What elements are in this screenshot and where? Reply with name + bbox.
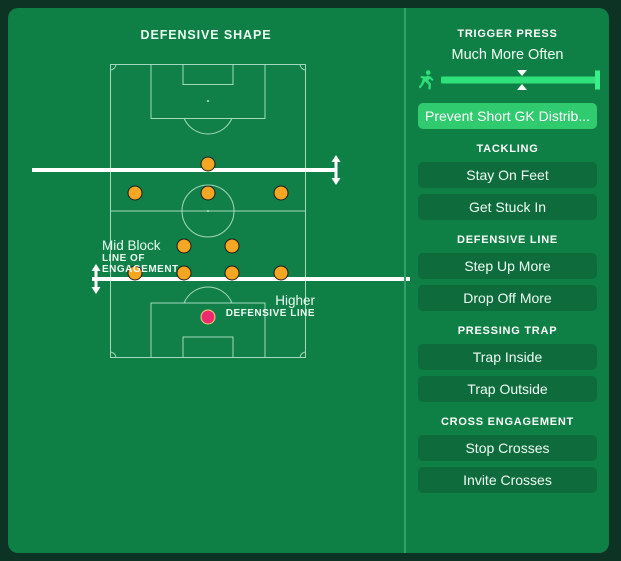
tackling-group: TACKLING Stay On Feet Get Stuck In (406, 143, 609, 220)
player-token[interactable] (224, 265, 240, 281)
line-of-engagement-handle[interactable] (331, 155, 342, 185)
cross-engagement-header: CROSS ENGAGEMENT (440, 416, 574, 428)
trap-outside-button[interactable]: Trap Outside (418, 376, 597, 402)
trigger-press-slider[interactable] (406, 69, 609, 91)
player-token[interactable] (176, 238, 192, 254)
slider-max-cap (595, 70, 600, 90)
tackling-header: TACKLING (476, 143, 539, 155)
player-token[interactable] (224, 238, 240, 254)
pressing-trap-group: PRESSING TRAP Trap Inside Trap Outside (406, 325, 609, 402)
line-of-engagement-caption-2: ENGAGEMENT (102, 264, 179, 276)
trigger-press-value: Much More Often (451, 47, 564, 63)
player-token[interactable] (200, 185, 216, 201)
player-token[interactable] (200, 156, 216, 172)
football-pitch: Mid Block LINE OF ENGAGEMENT Higher DEFE… (32, 64, 410, 358)
defensive-line-caption: DEFENSIVE LINE (225, 308, 315, 320)
slider-track-fill[interactable] (441, 76, 600, 84)
line-of-engagement-label: Mid Block LINE OF ENGAGEMENT (102, 238, 179, 275)
player-token[interactable] (127, 185, 143, 201)
goalkeeper-token[interactable] (200, 309, 216, 325)
drop-off-more-button[interactable]: Drop Off More (418, 285, 597, 311)
line-of-engagement-line[interactable] (32, 168, 336, 172)
page-title: DEFENSIVE SHAPE (140, 28, 272, 42)
prevent-short-gk-distribution-button[interactable]: Prevent Short GK Distrib... (418, 103, 597, 129)
defensive-line-value: Higher (275, 293, 315, 308)
trap-inside-button[interactable]: Trap Inside (418, 344, 597, 370)
player-token[interactable] (273, 185, 289, 201)
step-up-more-button[interactable]: Step Up More (418, 253, 597, 279)
cross-engagement-group: CROSS ENGAGEMENT Stop Crosses Invite Cro… (406, 416, 609, 493)
line-of-engagement-caption-1: LINE OF (102, 253, 145, 265)
pressing-trap-header: PRESSING TRAP (457, 325, 558, 337)
running-person-icon (418, 70, 435, 90)
slider-thumb-upper[interactable] (517, 70, 528, 76)
line-of-engagement-value: Mid Block (102, 238, 161, 253)
slider-thumb-lower[interactable] (517, 84, 528, 90)
trigger-press-header: TRIGGER PRESS (457, 28, 558, 40)
defensive-line-group: DEFENSIVE LINE Step Up More Drop Off Mor… (406, 234, 609, 311)
gk-distribution-group: Prevent Short GK Distrib... (406, 103, 609, 129)
player-token[interactable] (273, 265, 289, 281)
up-down-arrow-icon (331, 155, 341, 185)
player-token[interactable] (176, 265, 192, 281)
app-root: DEFENSIVE SHAPE Mid Block LINE OF ENGAGE… (0, 0, 621, 561)
stay-on-feet-button[interactable]: Stay On Feet (418, 162, 597, 188)
get-stuck-in-button[interactable]: Get Stuck In (418, 194, 597, 220)
defensive-line-handle[interactable] (91, 264, 102, 294)
stop-crosses-button[interactable]: Stop Crosses (418, 435, 597, 461)
defensive-line-header: DEFENSIVE LINE (457, 234, 558, 246)
up-down-arrow-icon (91, 264, 101, 294)
invite-crosses-button[interactable]: Invite Crosses (418, 467, 597, 493)
slider-track-wrapper[interactable] (441, 70, 600, 90)
instructions-panel: TRIGGER PRESS Much More Often Prevent Sh… (406, 8, 609, 553)
defensive-line-label: Higher DEFENSIVE LINE (226, 293, 315, 319)
trigger-press-group: TRIGGER PRESS Much More Often (406, 28, 609, 91)
defensive-shape-panel: DEFENSIVE SHAPE Mid Block LINE OF ENGAGE… (8, 8, 609, 553)
pitch-section: DEFENSIVE SHAPE Mid Block LINE OF ENGAGE… (8, 8, 410, 553)
